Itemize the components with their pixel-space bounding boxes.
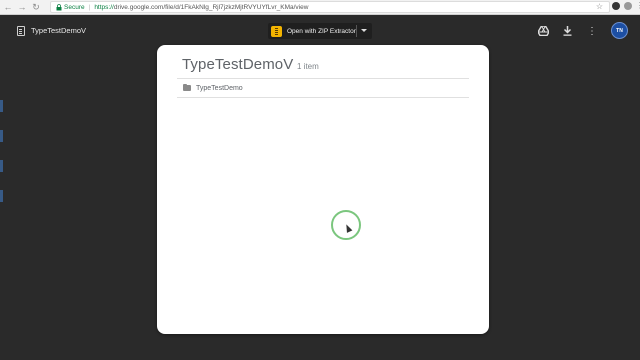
list-item-label: TypeTestDemo bbox=[196, 84, 243, 92]
item-count: 1 item bbox=[297, 62, 319, 71]
button-divider bbox=[356, 25, 357, 37]
address-bar[interactable]: Secure | https:// drive.google.com/file/… bbox=[50, 1, 610, 13]
chrome-menu-icon[interactable]: ⋮ bbox=[636, 2, 640, 10]
extension-icon[interactable] bbox=[612, 2, 620, 10]
browser-toolbar: ← → ↻ Secure | https:// drive.google.com… bbox=[0, 0, 640, 15]
avatar[interactable]: TN bbox=[611, 22, 628, 39]
forward-arrow-icon[interactable]: → bbox=[16, 1, 28, 14]
bookmark-star-icon[interactable]: ☆ bbox=[596, 2, 603, 11]
profile-icon[interactable] bbox=[624, 2, 632, 10]
extension-icons: ⋮ bbox=[612, 2, 640, 10]
folder-icon bbox=[183, 83, 191, 91]
document-icon bbox=[17, 26, 25, 36]
url-scheme: https:// bbox=[94, 3, 114, 11]
folder-title: TypeTestDemoV bbox=[182, 56, 294, 73]
reload-icon[interactable]: ↻ bbox=[30, 1, 42, 14]
viewer-header: TypeTestDemoV Open with ZIP Extractor ⋮ … bbox=[0, 15, 640, 47]
chevron-down-icon[interactable] bbox=[361, 29, 367, 32]
divider bbox=[177, 97, 469, 98]
url-text: drive.google.com/file/d/1FkAkNlg_Rjl7jzk… bbox=[113, 3, 309, 11]
viewer-doc-title: TypeTestDemoV bbox=[31, 26, 87, 35]
zip-extractor-icon bbox=[271, 25, 282, 37]
download-icon[interactable] bbox=[559, 23, 575, 39]
open-with-button[interactable]: Open with ZIP Extractor bbox=[268, 23, 372, 39]
add-to-drive-icon[interactable] bbox=[535, 23, 551, 39]
secure-label: Secure bbox=[64, 3, 85, 11]
list-item[interactable]: TypeTestDemo bbox=[177, 79, 469, 97]
url-separator: | bbox=[88, 3, 91, 11]
background-window-edge bbox=[0, 90, 3, 210]
more-options-icon[interactable]: ⋮ bbox=[584, 23, 600, 39]
lock-icon bbox=[56, 3, 62, 10]
open-with-label: Open with ZIP Extractor bbox=[287, 27, 356, 35]
folder-panel: TypeTestDemoV 1 item TypeTestDemo bbox=[157, 45, 489, 334]
back-arrow-icon[interactable]: ← bbox=[2, 1, 14, 14]
